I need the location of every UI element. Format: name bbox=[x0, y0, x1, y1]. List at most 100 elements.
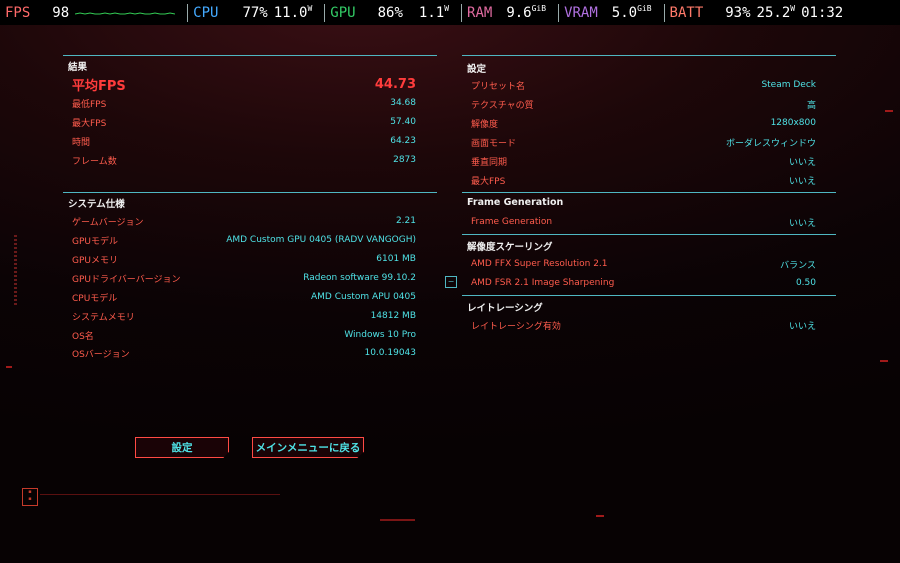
result-row-max-fps: 最大FPS 57.40 bbox=[72, 115, 416, 129]
side-decoration bbox=[14, 235, 17, 305]
scaling-row-sharpening: AMD FSR 2.1 Image Sharpening 0.50 bbox=[471, 276, 816, 290]
result-label: 平均FPS bbox=[72, 78, 126, 94]
frametime-graph bbox=[75, 6, 176, 20]
cpu-section: CPU 77% 11.0 W bbox=[188, 0, 324, 25]
performance-overlay: FPS 98 CPU 77% 11.0 W GPU 86% 1.1 W RAM … bbox=[0, 0, 900, 25]
framegen-label: Frame Generation bbox=[471, 217, 553, 227]
settings-label: 画面モード bbox=[471, 138, 517, 149]
result-value: 34.68 bbox=[390, 98, 416, 108]
result-value: 57.40 bbox=[390, 117, 416, 127]
settings-row-resolution: 解像度 1280x800 bbox=[471, 116, 816, 130]
settings-value: ボーダレスウィンドウ bbox=[725, 138, 816, 149]
cpu-label: CPU bbox=[193, 4, 219, 21]
result-label: 最低FPS bbox=[72, 99, 107, 110]
scaling-label: AMD FSR 2.1 Image Sharpening bbox=[471, 278, 615, 288]
scaling-label: AMD FFX Super Resolution 2.1 bbox=[471, 259, 608, 269]
system-label: システムメモリ bbox=[72, 312, 135, 323]
system-row-os-version: OSバージョン 10.0.19043 bbox=[72, 346, 416, 360]
fps-value: 98 bbox=[52, 4, 70, 21]
ram-label: RAM bbox=[467, 4, 493, 21]
decor-mark bbox=[885, 110, 893, 112]
system-label: GPUメモリ bbox=[72, 255, 118, 266]
batt-label: BATT bbox=[669, 4, 704, 21]
system-value: AMD Custom GPU 0405 (RADV VANGOGH) bbox=[226, 235, 416, 245]
result-row-avg-fps: 平均FPS 44.73 bbox=[72, 77, 416, 94]
gpu-label: GPU bbox=[330, 4, 356, 21]
system-label: GPUドライバーバージョン bbox=[72, 274, 181, 285]
settings-row-texture: テクスチャの質 高 bbox=[471, 97, 816, 111]
ram-section: RAM 9.6 GiB bbox=[462, 0, 558, 25]
settings-row-max-fps: 最大FPS いいえ bbox=[471, 173, 816, 187]
system-label: OSバージョン bbox=[72, 349, 130, 360]
result-label: フレーム数 bbox=[72, 156, 117, 167]
result-label: 最大FPS bbox=[72, 118, 107, 129]
system-value: 6101 MB bbox=[376, 254, 416, 264]
system-value: 10.0.19043 bbox=[364, 348, 416, 358]
raytracing-row: レイトレーシング有効 いいえ bbox=[471, 318, 816, 332]
scaling-divider bbox=[462, 234, 836, 235]
vram-unit: GiB bbox=[637, 4, 652, 13]
system-row-gpu-driver: GPUドライバーバージョン Radeon software 99.10.2 bbox=[72, 271, 416, 285]
system-value: Windows 10 Pro bbox=[344, 330, 416, 340]
result-row-time: 時間 64.23 bbox=[72, 134, 416, 148]
system-row-gpu-memory: GPUメモリ 6101 MB bbox=[72, 252, 416, 266]
raytracing-title: レイトレーシング bbox=[467, 303, 543, 314]
raytracing-label: レイトレーシング有効 bbox=[471, 321, 561, 332]
settings-label: プリセット名 bbox=[471, 81, 526, 92]
raytracing-divider bbox=[462, 295, 836, 296]
gpu-section: GPU 86% 1.1 W bbox=[325, 0, 461, 25]
decor-line bbox=[380, 519, 415, 521]
settings-value: Steam Deck bbox=[761, 80, 816, 90]
settings-label: テクスチャの質 bbox=[471, 100, 534, 111]
vram-label: VRAM bbox=[564, 4, 598, 21]
scaling-row-fsr: AMD FFX Super Resolution 2.1 バランス bbox=[471, 257, 816, 271]
framegen-title: Frame Generation bbox=[467, 197, 564, 208]
scaling-title: 解像度スケーリング bbox=[467, 242, 553, 253]
main-menu-button[interactable]: メインメニューに戻る bbox=[252, 437, 364, 458]
decor-line bbox=[40, 494, 280, 495]
framegen-value: いいえ bbox=[788, 218, 816, 229]
gpu-percent: 86% bbox=[377, 4, 403, 21]
settings-row-window-mode: 画面モード ボーダレスウィンドウ bbox=[471, 135, 816, 149]
settings-value: 高 bbox=[806, 100, 816, 111]
settings-label: 垂直同期 bbox=[471, 157, 508, 168]
vram-value: 5.0 bbox=[611, 4, 638, 21]
settings-value: いいえ bbox=[788, 176, 816, 187]
logo-mark: ▪ ▪ bbox=[22, 488, 38, 506]
results-divider bbox=[63, 55, 437, 56]
batt-power-unit: W bbox=[790, 4, 796, 13]
cpu-power: 11.0 bbox=[273, 4, 308, 21]
system-title: システム仕様 bbox=[68, 199, 125, 210]
system-row-gpu-model: GPUモデル AMD Custom GPU 0405 (RADV VANGOGH… bbox=[72, 233, 416, 247]
raytracing-value: いいえ bbox=[788, 321, 816, 332]
settings-label: 最大FPS bbox=[471, 176, 506, 187]
system-row-cpu-model: CPUモデル AMD Custom APU 0405 bbox=[72, 290, 416, 304]
gpu-power: 1.1 bbox=[418, 4, 445, 21]
gpu-power-unit: W bbox=[444, 4, 450, 13]
settings-button[interactable]: 設定 bbox=[135, 437, 229, 458]
system-value: AMD Custom APU 0405 bbox=[311, 292, 416, 302]
fps-section: FPS 98 bbox=[0, 0, 187, 25]
decor-mark bbox=[6, 366, 12, 368]
system-row-system-memory: システムメモリ 14812 MB bbox=[72, 309, 416, 323]
decor-mark bbox=[880, 360, 888, 362]
fps-label: FPS bbox=[5, 4, 31, 21]
system-divider bbox=[63, 192, 437, 193]
settings-value: 1280x800 bbox=[770, 118, 816, 128]
scaling-value: バランス bbox=[780, 260, 816, 271]
result-row-min-fps: 最低FPS 34.68 bbox=[72, 96, 416, 110]
collapse-toggle-icon[interactable]: − bbox=[445, 276, 457, 288]
batt-power: 25.2 bbox=[756, 4, 791, 21]
settings-value: いいえ bbox=[788, 157, 816, 168]
decor-mark bbox=[596, 515, 604, 517]
result-value: 64.23 bbox=[390, 136, 416, 146]
cpu-power-unit: W bbox=[307, 4, 313, 13]
clock: 01:32 bbox=[801, 4, 844, 21]
system-value: Radeon software 99.10.2 bbox=[303, 273, 416, 283]
settings-label: 解像度 bbox=[471, 119, 499, 130]
settings-row-vsync: 垂直同期 いいえ bbox=[471, 154, 816, 168]
batt-percent: 93% bbox=[725, 4, 751, 21]
system-value: 2.21 bbox=[395, 216, 416, 226]
cpu-percent: 77% bbox=[242, 4, 268, 21]
vram-section: VRAM 5.0 GiB bbox=[559, 0, 663, 25]
